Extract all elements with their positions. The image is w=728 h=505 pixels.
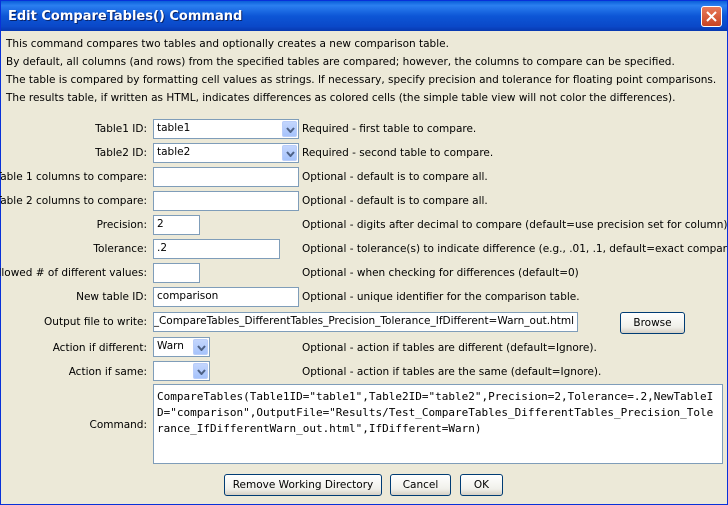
chevron-down-icon <box>286 151 295 157</box>
table1-note: Required - first table to compare. <box>302 123 477 135</box>
table1-select[interactable]: table1 <box>153 119 299 139</box>
tolerance-label: Tolerance: <box>93 243 147 255</box>
remove-working-directory-button[interactable]: Remove Working Directory <box>224 474 382 496</box>
new-table-note: Optional - unique identifier for the com… <box>302 291 580 303</box>
description-line-2: By default, all columns (and rows) from … <box>6 56 675 68</box>
close-icon <box>706 11 717 22</box>
allowed-diff-note: Optional - when checking for differences… <box>302 267 579 279</box>
new-table-label: New table ID: <box>76 291 147 303</box>
command-textarea[interactable]: CompareTables(Table1ID="table1",Table2ID… <box>153 384 723 464</box>
if-same-label: Action if same: <box>68 366 147 378</box>
chevron-down-icon <box>286 127 295 133</box>
if-different-value: Warn <box>157 340 184 352</box>
output-file-label: Output file to write: <box>44 316 147 328</box>
allowed-diff-label: Allowed # of different values: <box>0 267 147 279</box>
table2-columns-input[interactable] <box>153 191 299 211</box>
tolerance-input[interactable]: .2 <box>153 239 280 259</box>
allowed-diff-input[interactable] <box>153 263 200 283</box>
description-line-4: The results table, if written as HTML, i… <box>6 92 676 104</box>
table1-value: table1 <box>157 122 191 134</box>
description-line-3: The table is compared by formatting cell… <box>6 74 717 86</box>
ok-button[interactable]: OK <box>460 474 503 496</box>
window-title: Edit CompareTables() Command <box>8 9 243 24</box>
table1-columns-label: Table 1 columns to compare: <box>0 171 147 183</box>
output-file-input[interactable]: Test_CompareTables_DifferentTables_Preci… <box>153 312 578 332</box>
table2-columns-note: Optional - default is to compare all. <box>302 195 488 207</box>
close-button[interactable] <box>701 6 722 27</box>
chevron-down-icon <box>197 369 206 375</box>
precision-input[interactable]: 2 <box>153 215 200 235</box>
table2-label: Table2 ID: <box>95 147 147 159</box>
if-same-select[interactable] <box>153 361 210 381</box>
title-bar[interactable]: Edit CompareTables() Command <box>1 1 727 31</box>
table1-columns-input[interactable] <box>153 167 299 187</box>
edit-command-dialog: Edit CompareTables() Command This comman… <box>0 0 728 505</box>
if-different-note: Optional - action if tables are differen… <box>302 342 597 354</box>
table1-label: Table1 ID: <box>95 123 147 135</box>
table2-select[interactable]: table2 <box>153 143 299 163</box>
if-different-label: Action if different: <box>52 342 147 354</box>
precision-note: Optional - digits after decimal to compa… <box>302 219 728 231</box>
output-file-value: Test_CompareTables_DifferentTables_Preci… <box>153 315 574 327</box>
command-label: Command: <box>89 419 147 431</box>
table2-note: Required - second table to compare. <box>302 147 494 159</box>
table2-dropdown-button[interactable] <box>282 145 297 161</box>
description-line-1: This command compares two tables and opt… <box>6 38 449 50</box>
table1-dropdown-button[interactable] <box>282 121 297 137</box>
cancel-button[interactable]: Cancel <box>390 474 451 496</box>
if-same-note: Optional - action if tables are the same… <box>302 366 602 378</box>
precision-label: Precision: <box>96 219 147 231</box>
table2-value: table2 <box>157 146 191 158</box>
tolerance-note: Optional - tolerance(s) to indicate diff… <box>302 243 728 255</box>
new-table-input[interactable]: comparison <box>153 287 299 307</box>
table2-columns-label: Table 2 columns to compare: <box>0 195 147 207</box>
table1-columns-note: Optional - default is to compare all. <box>302 171 488 183</box>
if-different-select[interactable]: Warn <box>153 337 210 357</box>
chevron-down-icon <box>197 345 206 351</box>
browse-button[interactable]: Browse <box>620 312 685 334</box>
if-different-dropdown-button[interactable] <box>193 339 208 355</box>
if-same-dropdown-button[interactable] <box>193 363 208 379</box>
